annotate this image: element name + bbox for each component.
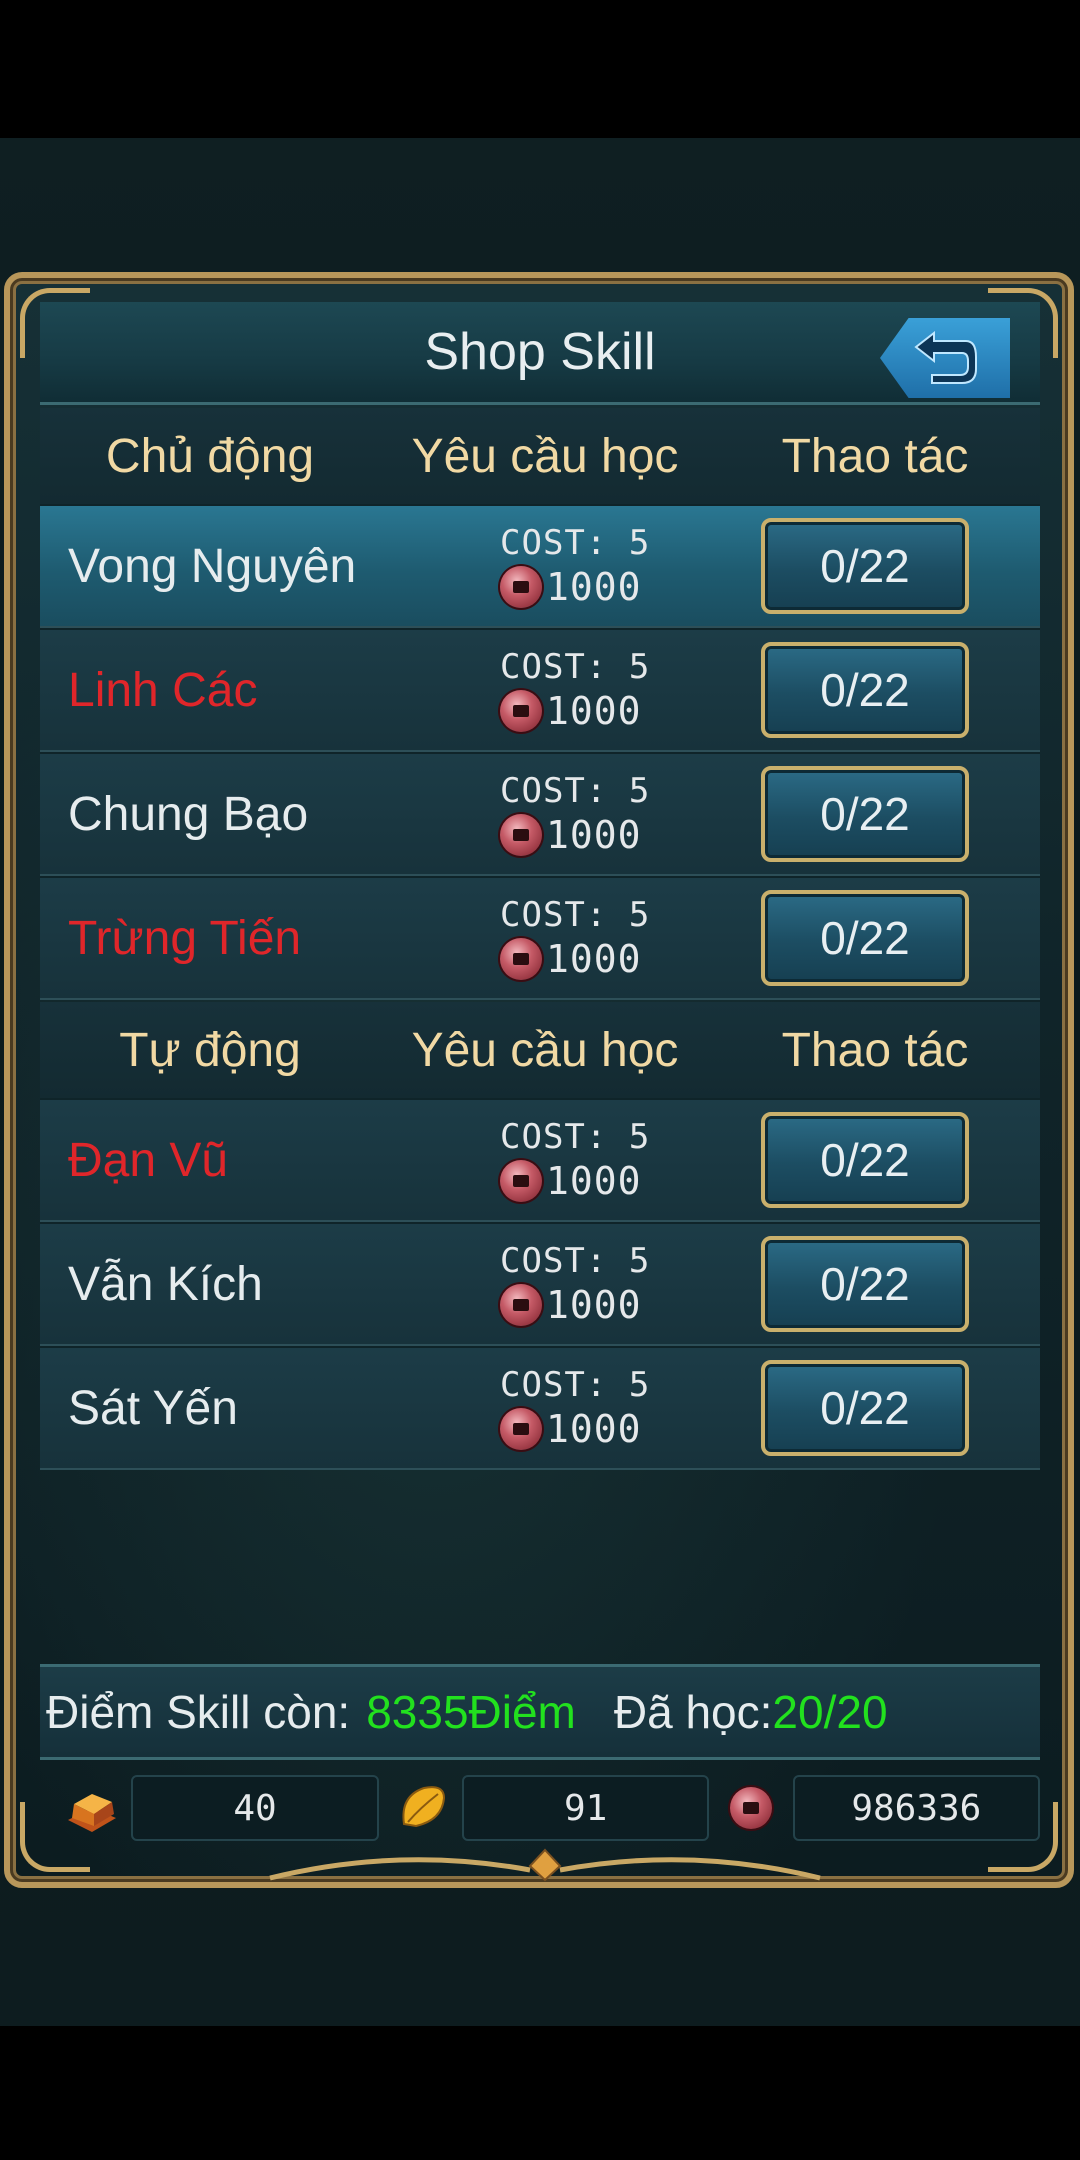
skill-cost: COST: 5 (500, 895, 651, 935)
coin-icon (500, 566, 542, 608)
skill-requirement: COST: 5 1000 (460, 1117, 690, 1203)
back-button[interactable] (880, 318, 1010, 398)
return-arrow-icon (914, 331, 977, 384)
skill-cost: COST: 5 (500, 1241, 651, 1281)
skill-name: Chung Bạo (68, 787, 309, 841)
learn-skill-button[interactable]: 0/22 (761, 518, 969, 614)
skill-requirement: COST: 5 1000 (460, 1365, 690, 1451)
leaf-amount: 91 (461, 1775, 710, 1841)
page-title: Shop Skill (424, 323, 656, 381)
skill-row[interactable]: Vẫn Kích COST: 5 1000 0/22 (40, 1222, 1040, 1346)
coin-amount: 986336 (792, 1775, 1041, 1841)
coin-icon (721, 1776, 784, 1840)
skill-cost: COST: 5 (500, 1117, 651, 1157)
skill-price: 1000 (546, 937, 642, 981)
skill-requirement: COST: 5 1000 (460, 647, 690, 733)
coin-icon (500, 1160, 542, 1202)
leaf-icon (391, 1776, 454, 1840)
coin-icon (500, 814, 542, 856)
shop-skill-panel: Shop Skill Chủ động Yêu cầu học Thao tác… (4, 272, 1074, 1888)
skill-price: 1000 (546, 1407, 642, 1451)
learn-skill-button[interactable]: 0/22 (761, 642, 969, 738)
skill-cost: COST: 5 (500, 523, 651, 563)
column-header-action: Thao tác (781, 429, 969, 483)
skill-requirement: COST: 5 1000 (460, 895, 690, 981)
column-header-requirement: Yêu cầu học (411, 429, 679, 483)
learned-label: Đã học: (613, 1686, 773, 1738)
learn-skill-button[interactable]: 0/22 (761, 1360, 969, 1456)
column-header-type: Tự động (119, 1023, 301, 1077)
skill-name: Trừng Tiến (68, 911, 302, 965)
skill-points-value: 8335Điểm (366, 1686, 576, 1738)
skill-row[interactable]: Chung Bạo COST: 5 1000 0/22 (40, 752, 1040, 876)
skill-row[interactable]: Vong Nguyên COST: 5 1000 0/22 (40, 504, 1040, 628)
skill-price: 1000 (546, 689, 642, 733)
skill-requirement: COST: 5 1000 (460, 1241, 690, 1327)
skill-cost: COST: 5 (500, 771, 651, 811)
skill-requirement: COST: 5 1000 (460, 523, 690, 609)
skill-requirement: COST: 5 1000 (460, 771, 690, 857)
learn-skill-button[interactable]: 0/22 (761, 1112, 969, 1208)
passive-skills-header: Tự động Yêu cầu học Thao tác (40, 1002, 1040, 1098)
learn-skill-button[interactable]: 0/22 (761, 1236, 969, 1332)
column-header-type: Chủ động (105, 429, 315, 483)
skill-name: Đạn Vũ (68, 1133, 229, 1187)
skill-cost: COST: 5 (500, 647, 651, 687)
skill-price: 1000 (546, 1159, 642, 1203)
learn-skill-button[interactable]: 0/22 (761, 890, 969, 986)
skill-price: 1000 (546, 1283, 642, 1327)
coin-icon (500, 1408, 542, 1450)
skill-row[interactable]: Trừng Tiến COST: 5 1000 0/22 (40, 876, 1040, 1000)
column-header-action: Thao tác (781, 1023, 969, 1077)
skill-cost: COST: 5 (500, 1365, 651, 1405)
title-bar: Shop Skill (40, 302, 1040, 405)
skill-name: Linh Các (68, 663, 258, 717)
coin-icon (500, 1284, 542, 1326)
skill-price: 1000 (546, 813, 642, 857)
active-skills-header: Chủ động Yêu cầu học Thao tác (40, 408, 1040, 504)
skill-price: 1000 (546, 565, 642, 609)
skill-row[interactable]: Đạn Vũ COST: 5 1000 0/22 (40, 1098, 1040, 1222)
skill-points-status: Điểm Skill còn: 8335Điểm Đã học: 20/20 (40, 1664, 1040, 1760)
coin-icon (500, 938, 542, 980)
gold-amount: 40 (131, 1775, 379, 1841)
learned-value: 20/20 (772, 1686, 888, 1738)
learn-skill-button[interactable]: 0/22 (761, 766, 969, 862)
column-header-requirement: Yêu cầu học (411, 1023, 679, 1077)
skill-name: Vẫn Kích (68, 1257, 263, 1311)
skill-name: Sát Yến (68, 1381, 238, 1435)
coin-icon (500, 690, 542, 732)
skill-row[interactable]: Sát Yến COST: 5 1000 0/22 (40, 1346, 1040, 1470)
skill-name: Vong Nguyên (68, 539, 357, 593)
gold-bar-icon (60, 1776, 123, 1840)
skill-row[interactable]: Linh Các COST: 5 1000 0/22 (40, 628, 1040, 752)
currency-bar: 40 91 986336 (40, 1768, 1041, 1848)
frame-bottom-ornament (269, 1848, 821, 1882)
skill-points-label: Điểm Skill còn: (46, 1686, 351, 1738)
